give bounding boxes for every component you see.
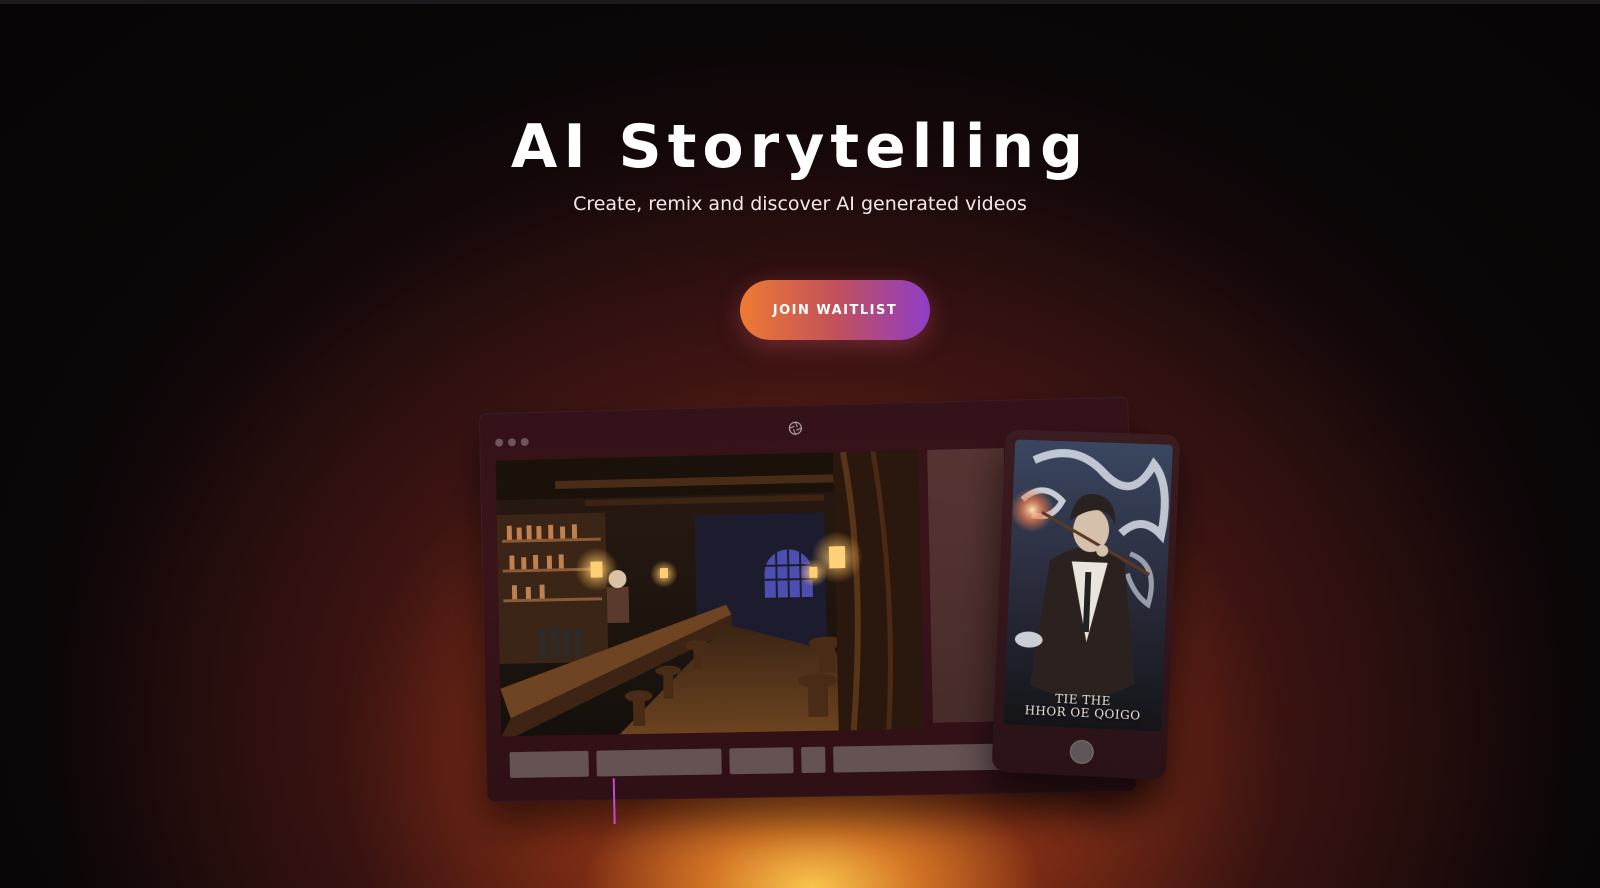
timeline-clip[interactable]	[509, 751, 588, 778]
timeline-clip[interactable]	[729, 747, 793, 774]
top-border	[0, 0, 1600, 4]
timeline-clip[interactable]	[596, 748, 722, 776]
aperture-logo-icon	[788, 421, 802, 435]
timeline[interactable]	[509, 743, 1028, 778]
timeline-clip[interactable]	[833, 744, 1004, 773]
playhead-marker[interactable]	[613, 778, 616, 824]
join-waitlist-button[interactable]: JOIN WAITLIST	[740, 280, 930, 340]
landing-page: AI Storytelling Create, remix and discov…	[0, 0, 1600, 888]
phone-mockup: TIE THE HHOR OE QOIGO	[992, 429, 1181, 780]
window-dot	[495, 439, 503, 447]
window-dot	[508, 438, 516, 446]
wizard-poster-image: TIE THE HHOR OE QOIGO	[1003, 439, 1172, 731]
window-dot	[521, 438, 529, 446]
window-dots-icon	[495, 438, 529, 447]
home-button-icon	[1069, 739, 1094, 764]
hero-title: AI Storytelling	[0, 112, 1600, 182]
hero-subtitle: Create, remix and discover AI generated …	[0, 193, 1600, 215]
timeline-clip[interactable]	[801, 747, 826, 773]
tavern-scene-image	[496, 450, 924, 736]
